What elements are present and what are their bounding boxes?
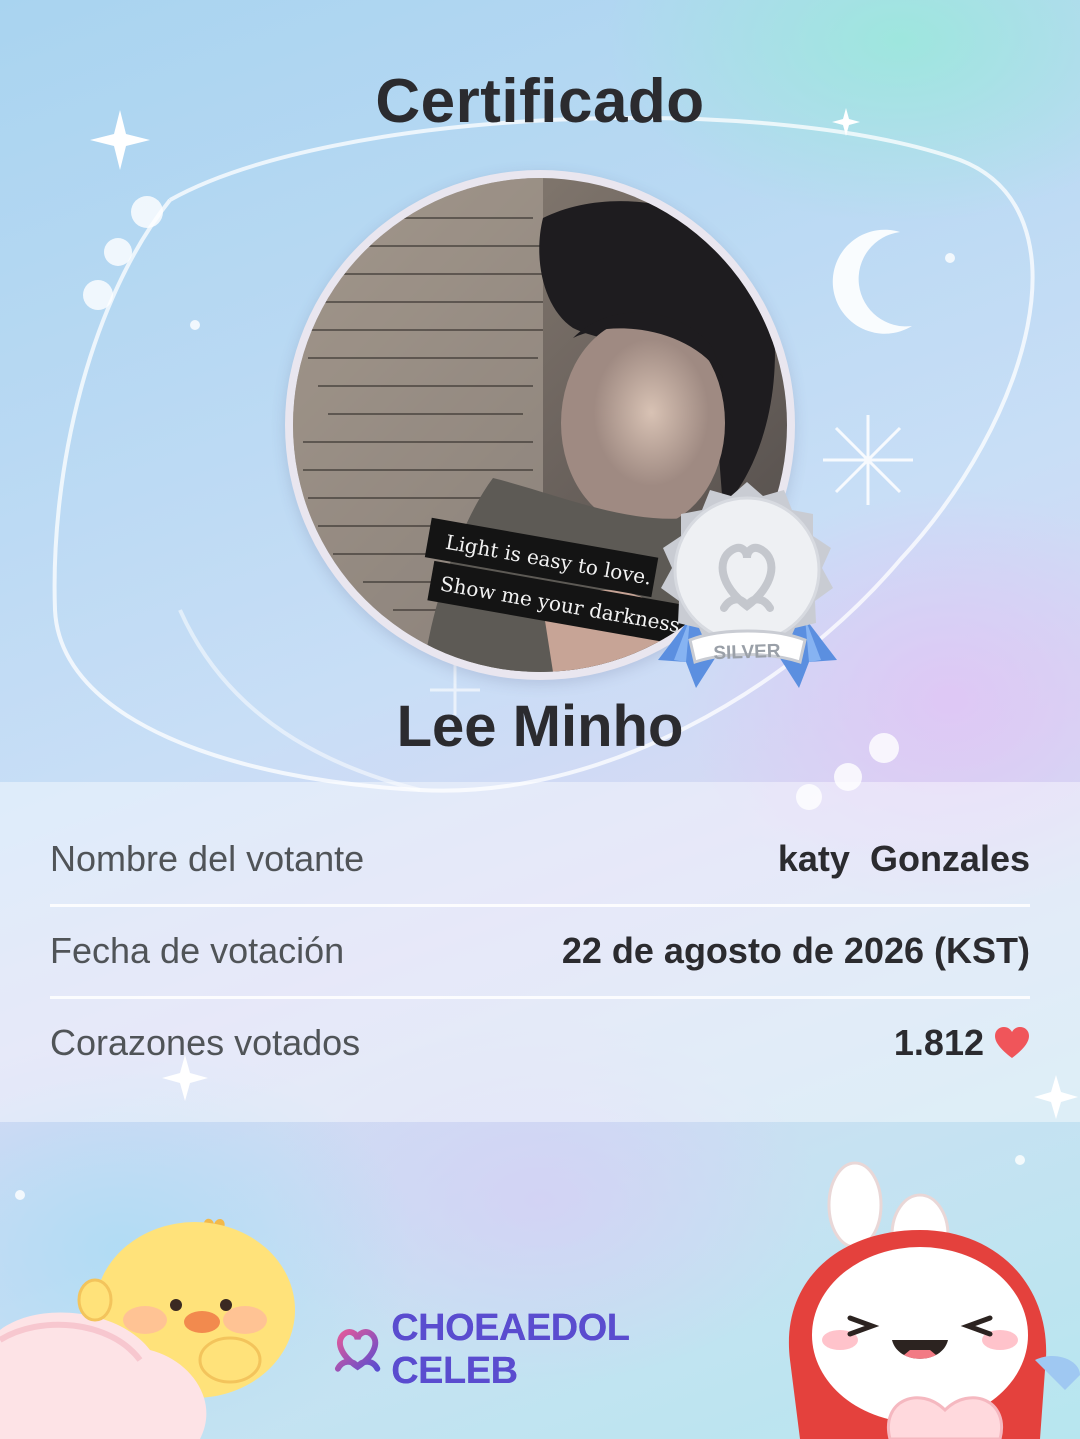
choeaedol-heart-logo — [334, 1329, 381, 1372]
brand-footer: CHOEAEDOL CELEB — [330, 1307, 760, 1392]
heart-icon — [995, 1027, 1029, 1058]
chick-mascot — [0, 1218, 295, 1439]
celebrity-name: Lee Minho — [396, 694, 684, 759]
certificate-title: Certificado — [375, 67, 705, 136]
voter-label: Nombre del votante — [50, 838, 365, 879]
voter-value: katy Gonzales — [777, 838, 1030, 879]
badge-tier-label: SILVER — [713, 641, 781, 664]
bunny-mascot — [788, 1161, 1080, 1439]
hearts-value: 1.812 — [893, 1022, 984, 1063]
silver-badge: SILVER — [658, 482, 837, 688]
voter-row: Nombre del votante katy Gonzales — [50, 813, 1030, 905]
date-row: Fecha de votación 22 de agosto de 2026 (… — [50, 905, 1030, 997]
hearts-label: Corazones votados — [50, 1022, 361, 1063]
moon-icon — [832, 229, 912, 334]
date-label: Fecha de votación — [50, 930, 345, 971]
brand-name: CHOEAEDOL CELEB — [391, 1307, 760, 1393]
hearts-row: Corazones votados 1.812 — [50, 997, 1030, 1089]
hearts-value-group: 1.812 — [894, 1022, 1030, 1064]
date-value: 22 de agosto de 2026 (KST) — [561, 930, 1030, 971]
